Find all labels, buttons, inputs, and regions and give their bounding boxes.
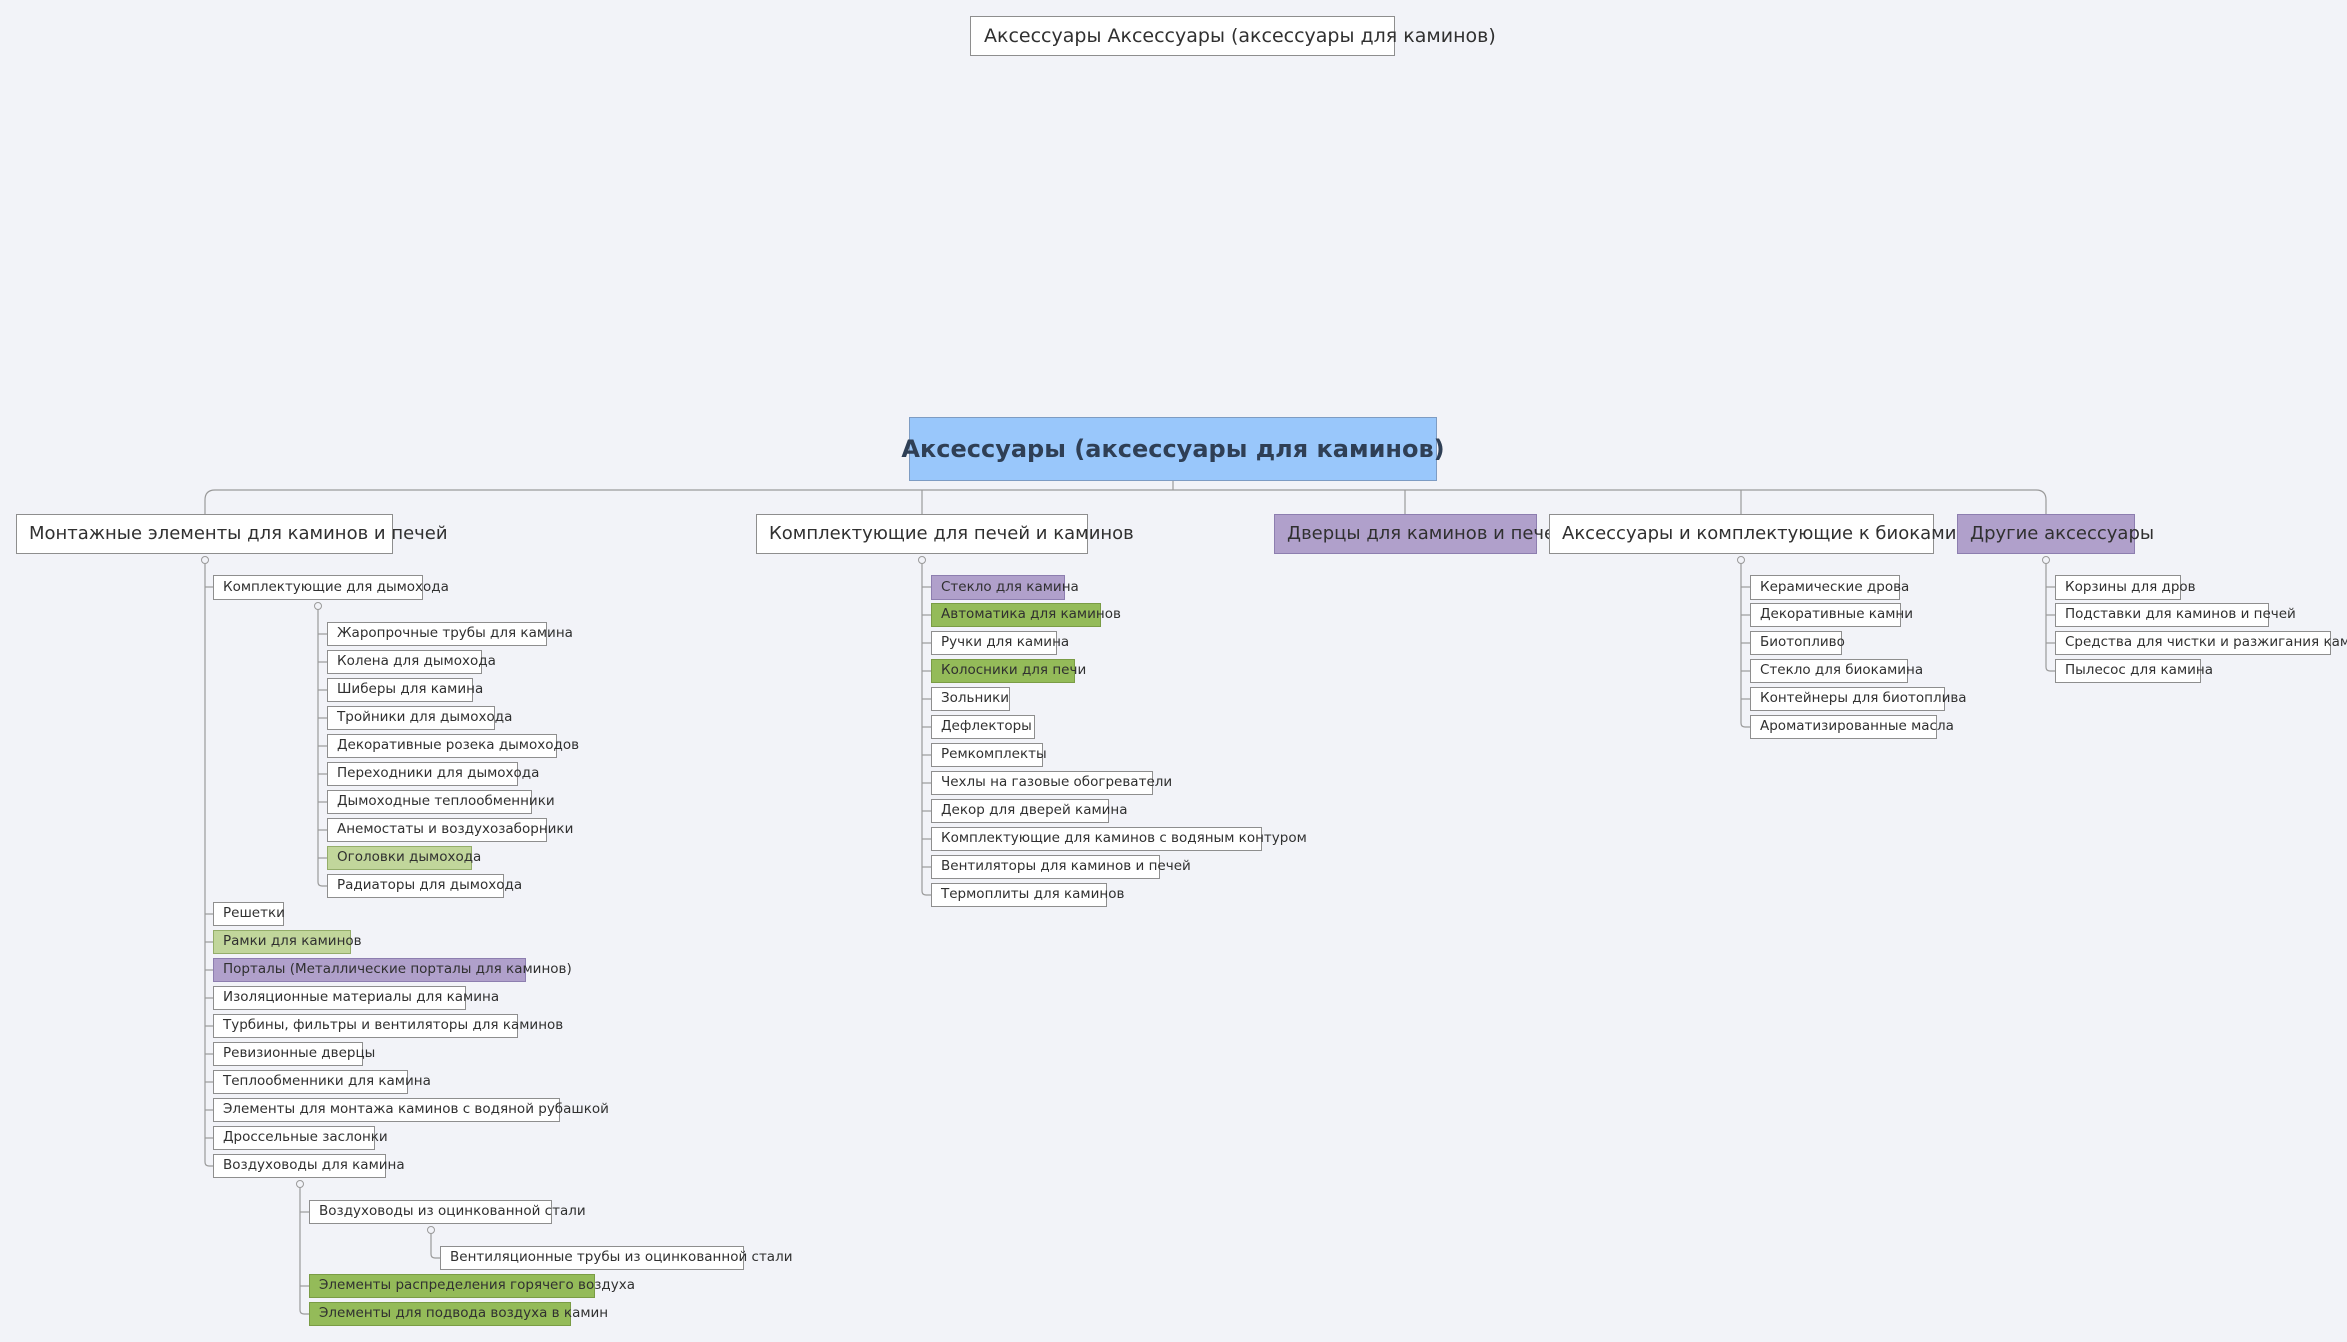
subtopic[interactable]: Корзины для дров [2055,575,2196,600]
subtopic[interactable]: Дымоходные теплообменники [327,790,555,814]
subtopic[interactable]: Пылесос для камина [2055,659,2213,683]
collapse-toggle-icon[interactable] [1737,556,1745,564]
subtopic[interactable]: Керамические дрова [1750,575,1909,600]
branch-topic-biofireplace-accessories[interactable]: Аксессуары и комплектующие к биокаминам [1549,514,1993,554]
ducts-tree [299,1184,309,1315]
floating-title-topic[interactable]: Аксессуары Аксессуары (аксессуары для ка… [970,16,1496,56]
branch0-tree [204,560,213,1167]
branch-bracket [204,489,2047,514]
subtopic[interactable]: Рамки для каминов [213,930,362,954]
subtopic[interactable]: Ревизионные дверцы [213,1042,375,1066]
subtopic[interactable]: Термоплиты для каминов [931,883,1124,907]
subtopic-air-ducts[interactable]: Воздуховоды для камина [213,1154,405,1178]
subtopic[interactable]: Ремкомплекты [931,743,1047,767]
subtopic[interactable]: Колена для дымохода [327,650,496,674]
collapse-toggle-icon[interactable] [918,556,926,564]
subtopic[interactable]: Дроссельные заслонки [213,1126,388,1150]
subtopic[interactable]: Радиаторы для дымохода [327,874,522,898]
subtopic[interactable]: Средства для чистки и разжигания камина [2055,631,2347,655]
subtopic[interactable]: Элементы распределения горячего воздуха [309,1274,635,1298]
subtopic-chimney-components[interactable]: Комплектующие для дымохода [213,575,449,600]
subtopic[interactable]: Шиберы для камина [327,678,483,702]
collapse-toggle-icon[interactable] [427,1226,435,1234]
branch-topic-stove-components[interactable]: Комплектующие для печей и каминов [756,514,1134,554]
central-topic[interactable]: Аксессуары (аксессуары для каминов) [901,417,1445,481]
collapse-toggle-icon[interactable] [2042,556,2050,564]
subtopic[interactable]: Комплектующие для каминов с водяным конт… [931,827,1307,851]
subtopic[interactable]: Колосники для печи [931,659,1086,683]
subtopic[interactable]: Автоматика для каминов [931,603,1121,627]
subtopic[interactable]: Подставки для каминов и печей [2055,603,2296,627]
subtopic[interactable]: Зольники [931,687,1010,711]
subtopic[interactable]: Декоративные камни [1750,603,1913,627]
collapse-toggle-icon[interactable] [314,602,322,610]
subtopic[interactable]: Чехлы на газовые обогреватели [931,771,1172,795]
subtopic[interactable]: Контейнеры для биотоплива [1750,687,1967,711]
subtopic[interactable]: Теплообменники для камина [213,1070,431,1094]
branch-topic-fireplace-doors[interactable]: Дверцы для каминов и печей [1274,514,1567,554]
subtopic[interactable]: Вентиляционные трубы из оцинкованной ста… [440,1246,792,1270]
subtopic[interactable]: Ручки для камина [931,631,1069,655]
subtopic[interactable]: Биотопливо [1750,631,1845,655]
collapse-toggle-icon[interactable] [296,1180,304,1188]
mind-map-canvas: Аксессуары Аксессуары (аксессуары для ка… [0,0,2347,1342]
subtopic[interactable]: Ароматизированные масла [1750,715,1954,739]
subtopic[interactable]: Анемостаты и воздухозаборники [327,818,573,842]
subtopic[interactable]: Турбины, фильтры и вентиляторы для камин… [213,1014,563,1038]
subtopic[interactable]: Стекло для камина [931,575,1079,600]
branch-topic-mounting-elements[interactable]: Монтажные элементы для каминов и печей [16,514,448,554]
subtopic[interactable]: Стекло для биокамина [1750,659,1923,683]
subtopic[interactable]: Дефлекторы [931,715,1035,739]
subtopic[interactable]: Вентиляторы для каминов и печей [931,855,1191,879]
branch-topic-other-accessories[interactable]: Другие аксессуары [1957,514,2154,554]
subtopic-galvanized-ducts[interactable]: Воздуховоды из оцинкованной стали [309,1200,586,1224]
subtopic[interactable]: Оголовки дымохода [327,846,481,870]
subtopic[interactable]: Тройники для дымохода [327,706,512,730]
subtopic[interactable]: Элементы для монтажа каминов с водяной р… [213,1098,609,1122]
subtopic[interactable]: Порталы (Металлические порталы для камин… [213,958,572,982]
subtopic[interactable]: Переходники для дымохода [327,762,539,786]
subtopic[interactable]: Декор для дверей камина [931,799,1128,823]
subtopic[interactable]: Решетки [213,902,285,926]
subtopic[interactable]: Изоляционные материалы для камина [213,986,499,1010]
subtopic[interactable]: Декоративные розека дымоходов [327,734,579,758]
galv-tree [430,1230,440,1259]
subtopic[interactable]: Жаропрочные трубы для камина [327,622,573,646]
collapse-toggle-icon[interactable] [201,556,209,564]
subtopic[interactable]: Элементы для подвода воздуха в камин [309,1302,608,1326]
